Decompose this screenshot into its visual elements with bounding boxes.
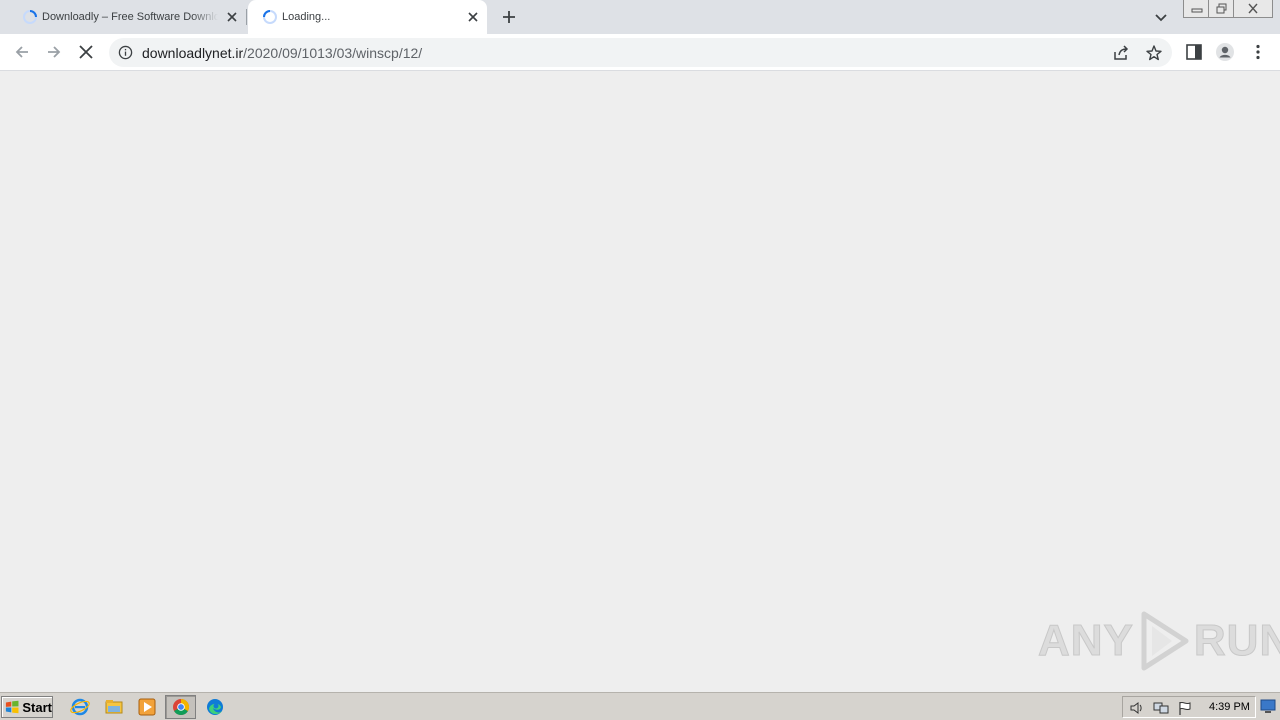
media-player-icon[interactable] xyxy=(137,697,157,717)
watermark-right-text: RUN xyxy=(1193,616,1280,666)
minimize-button[interactable] xyxy=(1183,0,1209,18)
system-tray: 4:39 PM xyxy=(1122,696,1256,718)
page-content[interactable] xyxy=(0,72,1280,692)
minimize-icon xyxy=(1191,8,1203,13)
speaker-icon[interactable] xyxy=(1129,700,1145,716)
side-panel-icon[interactable] xyxy=(1184,42,1204,62)
new-tab-icon[interactable] xyxy=(499,7,519,27)
url-path: /2020/09/1013/03/winscp/12/ xyxy=(243,45,423,61)
chrome-icon[interactable] xyxy=(171,697,191,717)
tab-title: Downloadly – Free Software Downlo xyxy=(42,11,218,23)
internet-explorer-icon[interactable] xyxy=(70,697,90,717)
show-desktop-icon[interactable] xyxy=(1260,697,1276,715)
site-info-icon[interactable] xyxy=(118,45,133,60)
start-label: Start xyxy=(22,699,52,715)
menu-kebab-icon[interactable] xyxy=(1248,42,1268,62)
clock[interactable]: 4:39 PM xyxy=(1209,701,1250,713)
edge-icon[interactable] xyxy=(205,697,225,717)
loading-spinner-icon xyxy=(263,10,277,24)
loading-spinner-icon xyxy=(23,10,37,24)
url-text: downloadlynet.ir/2020/09/1013/03/winscp/… xyxy=(142,45,422,61)
close-window-button[interactable] xyxy=(1233,0,1273,18)
close-icon xyxy=(1248,3,1258,14)
restore-icon xyxy=(1216,3,1227,14)
stop-loading-icon[interactable] xyxy=(76,42,96,62)
watermark-left-text: ANY xyxy=(1038,616,1134,666)
restore-button[interactable] xyxy=(1208,0,1234,18)
play-logo-icon xyxy=(1141,611,1189,671)
file-explorer-icon[interactable] xyxy=(104,697,124,717)
browser-toolbar: downloadlynet.ir/2020/09/1013/03/winscp/… xyxy=(0,34,1280,71)
back-arrow-icon[interactable] xyxy=(12,42,32,62)
share-icon[interactable] xyxy=(1112,44,1130,62)
bookmark-star-icon[interactable] xyxy=(1145,44,1163,62)
windows-logo-icon xyxy=(5,700,19,714)
forward-arrow-icon[interactable] xyxy=(44,42,64,62)
tab-search-chevron-icon[interactable] xyxy=(1151,7,1171,27)
tab-strip: Downloadly – Free Software Downlo Loadin… xyxy=(0,0,1280,34)
tab-loading[interactable]: Loading... xyxy=(248,0,487,34)
close-tab-icon[interactable] xyxy=(465,9,481,25)
anyrun-watermark: ANY RUN xyxy=(1038,610,1280,672)
start-button[interactable]: Start xyxy=(1,696,53,718)
url-host: downloadlynet.ir xyxy=(142,45,244,61)
tab-separator xyxy=(246,9,247,25)
profile-avatar-icon[interactable] xyxy=(1215,42,1235,62)
network-icon[interactable] xyxy=(1153,700,1169,716)
tab-downloadly[interactable]: Downloadly – Free Software Downlo xyxy=(8,0,246,34)
close-tab-icon[interactable] xyxy=(224,9,240,25)
action-center-flag-icon[interactable] xyxy=(1177,700,1193,716)
address-bar[interactable]: downloadlynet.ir/2020/09/1013/03/winscp/… xyxy=(109,38,1172,67)
taskbar: Start 4:39 PM xyxy=(0,692,1280,720)
tab-title: Loading... xyxy=(282,11,331,23)
